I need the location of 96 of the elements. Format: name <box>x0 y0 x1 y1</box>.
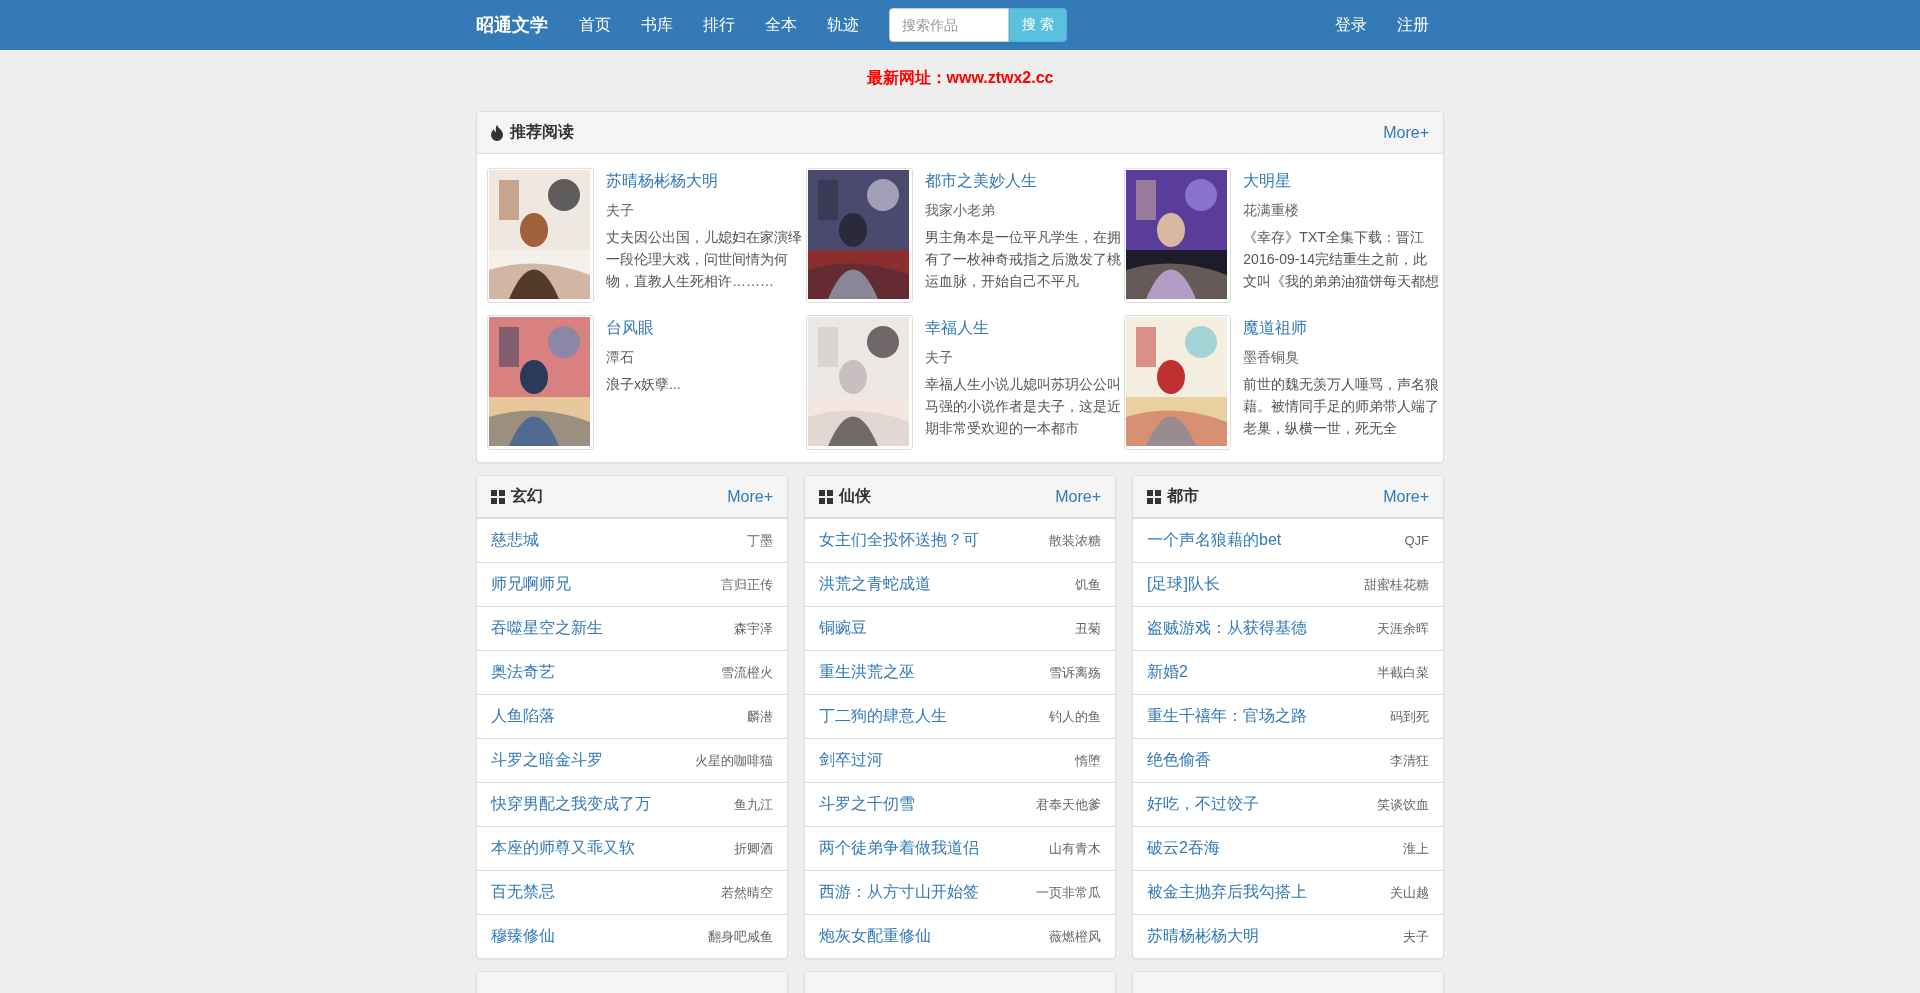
book-title[interactable]: 好吃，不过饺子 <box>1147 794 1259 815</box>
book-author: 潭石 <box>606 348 635 367</box>
more-link[interactable]: More+ <box>727 487 773 506</box>
book-author: 麟潜 <box>747 707 773 726</box>
book-author: 君奉天他爹 <box>1036 795 1101 814</box>
notice-text: 最新网址：www.ztwx2.cc <box>866 68 1054 88</box>
book-author: 薇燃橙风 <box>1049 927 1101 946</box>
book-author: 关山越 <box>1390 883 1429 902</box>
book-author: 丁墨 <box>747 531 773 550</box>
book-title[interactable]: 两个徒弟争着做我道侣 <box>819 838 979 859</box>
book-title[interactable]: 幸福人生 <box>924 317 1121 339</box>
book-title[interactable]: 重生千禧年：官场之路 <box>1147 706 1307 727</box>
book-title[interactable]: 绝色偷香 <box>1147 750 1211 771</box>
book-title[interactable]: 都市之美妙人生 <box>924 170 1121 192</box>
nav-link[interactable]: 登录 <box>1320 0 1382 51</box>
book-author: 码到死 <box>1390 707 1429 726</box>
book-title[interactable]: 穆臻修仙 <box>491 926 555 947</box>
book-author: 折卿酒 <box>734 839 773 858</box>
book-author: 花满重楼 <box>1243 201 1301 220</box>
book-author: 若然晴空 <box>721 883 773 902</box>
book-author: 散装浓糖 <box>1049 531 1101 550</box>
book-title[interactable]: 破云2吞海 <box>1147 838 1220 859</box>
book-title[interactable]: 魔道祖师 <box>1243 317 1440 339</box>
book-title[interactable]: 一个声名狼藉的bet <box>1147 530 1282 551</box>
book-title[interactable]: 剑卒过河 <box>819 750 883 771</box>
book-author: 森宇泽 <box>734 619 773 638</box>
book-title[interactable]: 师兄啊师兄 <box>491 574 571 595</box>
book-author: 雪诉离殇 <box>1049 663 1101 682</box>
book-title[interactable]: 快穿男配之我变成了万 <box>491 794 651 815</box>
book-title[interactable]: 新婚2 <box>1147 662 1188 683</box>
book-title[interactable]: [足球]队长 <box>1147 574 1220 595</box>
book-title[interactable]: 重生洪荒之巫 <box>819 662 915 683</box>
search-field[interactable]: 搜索作品 <box>889 8 1009 42</box>
book-author: 墨香铜臭 <box>1243 348 1301 367</box>
book-author: 夫子 <box>606 201 635 220</box>
book-author: 雪流橙火 <box>721 663 773 682</box>
panel-title: 推荐阅读 <box>510 122 574 142</box>
book-author: 丑菊 <box>1075 619 1101 638</box>
book-title[interactable]: 慈悲城 <box>491 530 539 551</box>
book-title[interactable]: 铜豌豆 <box>819 618 867 639</box>
nav-link[interactable]: 全本 <box>750 0 812 51</box>
book-author: 夫子 <box>1403 927 1429 946</box>
book-intro: 男主角本是一位平凡学生，在拥有了一枚神奇戒指之后激发了桃运血脉，开始自己不平凡 <box>924 228 1121 291</box>
book-author: 鱼九江 <box>734 795 773 814</box>
book-author: 夫子 <box>924 348 954 367</box>
book-title[interactable]: 炮灰女配重修仙 <box>819 926 931 947</box>
panel-title: 都市 <box>1167 486 1199 506</box>
book-author: 笑谈饮血 <box>1377 795 1429 814</box>
book-author: 半截白菜 <box>1377 663 1429 682</box>
book-author: 山有青木 <box>1049 839 1101 858</box>
nav-link[interactable]: 书库 <box>626 0 688 51</box>
book-title[interactable]: 斗罗之暗金斗罗 <box>491 750 603 771</box>
book-title[interactable]: 西游：从方寸山开始签 <box>819 882 979 903</box>
book-title[interactable]: 苏晴杨彬杨大明 <box>606 170 802 192</box>
more-link[interactable]: More+ <box>1383 123 1429 142</box>
book-title[interactable]: 苏晴杨彬杨大明 <box>1147 926 1259 947</box>
book-title[interactable]: 奥法奇艺 <box>491 662 555 683</box>
book-author: 饥鱼 <box>1075 575 1101 594</box>
nav-link[interactable]: 注册 <box>1382 0 1444 51</box>
nav-link[interactable]: 首页 <box>564 0 626 51</box>
book-author: 翻身吧咸鱼 <box>708 927 773 946</box>
book-intro: 《幸存》TXT全集下载：晋江2016-09-14完结重生之前，此文叫《我的弟弟油猫饼每天都想 <box>1243 228 1440 291</box>
book-author: 惰堕 <box>1075 751 1101 770</box>
book-title[interactable]: 本座的师尊又乖又软 <box>491 838 635 859</box>
panel-title: 仙侠 <box>839 486 871 506</box>
book-title[interactable]: 百无禁忌 <box>491 882 555 903</box>
book-title[interactable]: 被金主抛弃后我勾搭上 <box>1147 882 1307 903</box>
book-author: QJF <box>1404 533 1429 548</box>
book-title[interactable]: 斗罗之千仞雪 <box>819 794 915 815</box>
book-author: 钓人的鱼 <box>1049 707 1101 726</box>
panel-title: 玄幻 <box>511 486 543 506</box>
book-title[interactable]: 吞噬星空之新生 <box>491 618 603 639</box>
book-intro: 幸福人生小说儿媳叫苏玥公公叫马强的小说作者是夫子，这是近期非常受欢迎的一本都市 <box>924 375 1121 438</box>
book-author: 火星的咖啡猫 <box>695 751 773 770</box>
book-title[interactable]: 盗贼游戏：从获得基德 <box>1147 618 1307 639</box>
book-title[interactable]: 大明星 <box>1243 170 1440 192</box>
book-title[interactable]: 洪荒之青蛇成道 <box>819 574 931 595</box>
book-intro: 浪子x妖孽... <box>606 375 682 394</box>
book-intro: 丈夫因公出国，儿媳妇在家演绎一段伦理大戏，问世间情为何物，直教人生死相许……… <box>606 228 802 291</box>
nav-link[interactable]: 轨迹 <box>812 0 874 51</box>
nav-link[interactable]: 排行 <box>688 0 750 51</box>
book-author: 我家小老弟 <box>924 201 996 220</box>
book-author: 天涯余晖 <box>1377 619 1429 638</box>
book-author: 李清狂 <box>1390 751 1429 770</box>
book-title[interactable]: 人鱼陷落 <box>491 706 555 727</box>
more-link[interactable]: More+ <box>1383 487 1429 506</box>
book-title[interactable]: 台风眼 <box>606 317 802 339</box>
book-title[interactable]: 女主们全投怀送抱？可 <box>819 530 979 551</box>
book-author: 言归正传 <box>721 575 773 594</box>
book-author: 一页非常瓜 <box>1036 883 1101 902</box>
book-intro: 前世的魏无羡万人唾骂，声名狼藉。被情同手足的师弟带人端了老巢，纵横一世，死无全 <box>1243 375 1440 438</box>
site-logo[interactable]: 昭通文学 <box>476 13 548 37</box>
more-link[interactable]: More+ <box>1055 487 1101 506</box>
book-author: 甜蜜桂花糖 <box>1364 575 1429 594</box>
book-author: 淮上 <box>1403 839 1429 858</box>
book-title[interactable]: 丁二狗的肆意人生 <box>819 706 947 727</box>
